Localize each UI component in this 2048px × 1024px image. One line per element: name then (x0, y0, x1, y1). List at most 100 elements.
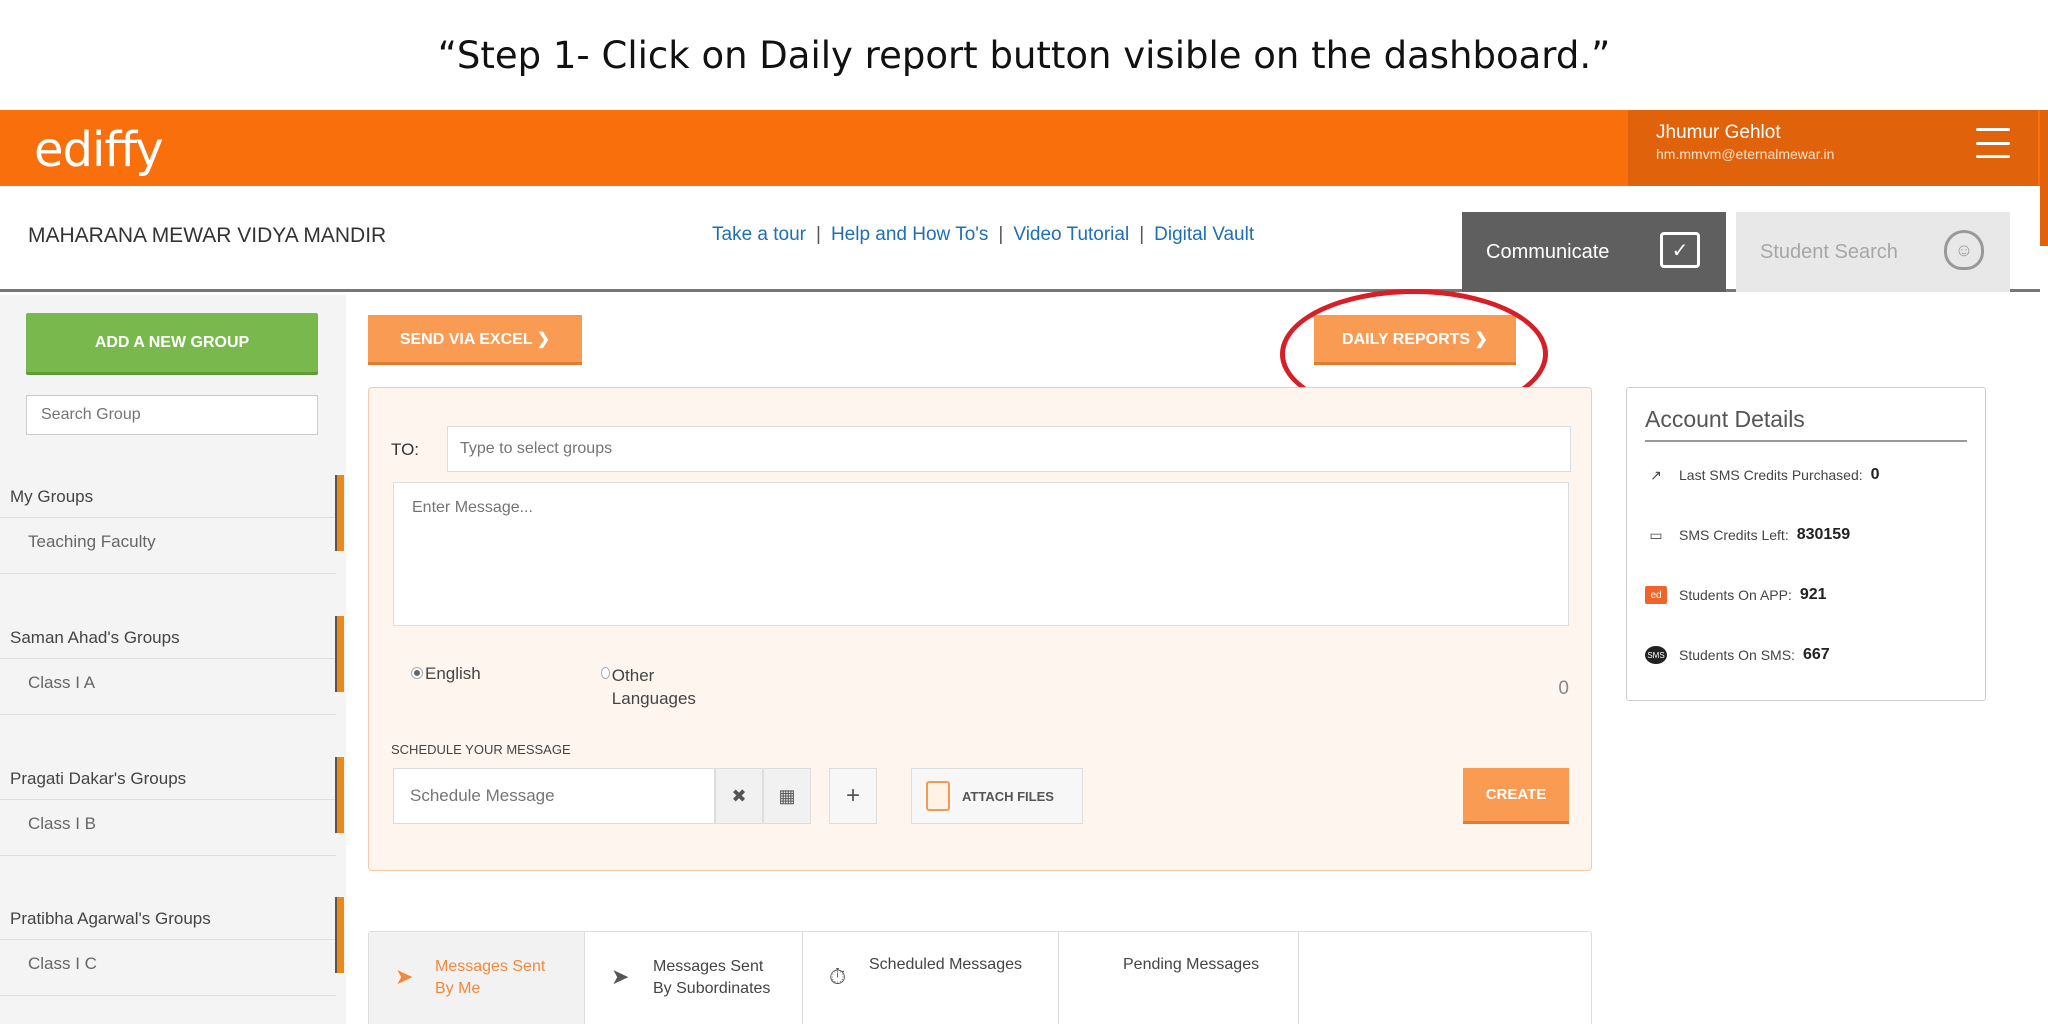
tab-label: Pending Messages (1123, 956, 1260, 973)
close-icon: ✖ (731, 785, 747, 806)
message-tabs: ➤ Messages Sent By Me ➤ Messages Sent By… (368, 931, 1592, 1024)
paper-plane-icon: ➤ (611, 964, 630, 989)
tab-messages-sent-by-subordinates[interactable]: ➤ Messages Sent By Subordinates (585, 932, 803, 1024)
account-row-label: Students On APP: (1679, 587, 1792, 603)
account-title: Account Details (1645, 406, 1805, 432)
group-item[interactable]: Class I B (0, 800, 336, 856)
trend-icon: ↗ (1650, 466, 1662, 483)
tab-communicate-label: Communicate (1486, 240, 1610, 263)
group-section: My Groups Teaching Faculty (0, 475, 346, 574)
tab-label: Messages Sent By Subordinates (653, 958, 771, 997)
message-input[interactable] (393, 482, 1569, 626)
video-tutorial-link[interactable]: Video Tutorial (1013, 224, 1129, 246)
account-row-label: Students On SMS: (1679, 647, 1795, 663)
group-section: Saman Ahad's Groups Class I A (0, 616, 346, 715)
account-details-card: Account Details ↗ Last SMS Credits Purch… (1626, 387, 1986, 701)
take-a-tour-link[interactable]: Take a tour (712, 224, 806, 246)
attach-files-button[interactable]: ATTACH FILES (911, 768, 1083, 824)
group-scroll-marker (335, 757, 344, 833)
schedule-label: SCHEDULE YOUR MESSAGE (391, 742, 571, 757)
ediffy-logo[interactable]: ediffy (34, 122, 164, 178)
account-row: ed Students On APP: 921 (1645, 586, 1827, 604)
sidebar: ADD A NEW GROUP My Groups Teaching Facul… (0, 295, 346, 1024)
account-row-label: SMS Credits Left: (1679, 527, 1789, 543)
radio-other-languages[interactable]: Other Languages (601, 664, 701, 710)
tab-pending-messages[interactable]: Pending Messages (1059, 932, 1299, 1024)
to-label: TO: (391, 440, 420, 459)
group-item[interactable]: Class I C (0, 940, 336, 996)
help-link[interactable]: Help and How To's (831, 224, 988, 246)
tab-student-search[interactable]: Student Search ☺ (1736, 212, 2010, 292)
radio-english-label: English (425, 664, 481, 683)
add-button[interactable]: + (829, 768, 877, 824)
top-bar: ediffy Jhumur Gehlot hm.mmvm@eternalmewa… (0, 110, 2048, 246)
add-new-group-button[interactable]: ADD A NEW GROUP (26, 313, 318, 375)
calendar-button[interactable]: ▦ (763, 768, 811, 824)
help-links: Take a tour | Help and How To's | Video … (712, 224, 1254, 246)
tab-messages-sent-by-me[interactable]: ➤ Messages Sent By Me (369, 932, 585, 1024)
group-title: My Groups (10, 487, 94, 506)
tab-label: Messages Sent By Me (435, 958, 546, 997)
daily-reports-button[interactable]: DAILY REPORTS ❯ (1314, 315, 1516, 365)
group-scroll-marker (335, 616, 344, 692)
user-box[interactable]: Jhumur Gehlot hm.mmvm@eternalmewar.in (1628, 110, 2038, 186)
search-group-input[interactable] (26, 395, 318, 435)
clear-schedule-button[interactable]: ✖ (715, 768, 763, 824)
group-item[interactable]: Teaching Faculty (0, 518, 336, 574)
chat-check-icon: ✓ (1660, 232, 1700, 268)
digital-vault-link[interactable]: Digital Vault (1154, 224, 1254, 246)
group-title: Saman Ahad's Groups (10, 628, 180, 647)
account-row-value: 0 (1870, 466, 1880, 483)
compose-panel: TO: English Other Languages 0 SCHEDULE Y… (368, 387, 1592, 871)
radio-dot-selected (411, 667, 423, 679)
school-name: MAHARANA MEWAR VIDYA MANDIR (28, 224, 387, 247)
link-separator: | (816, 224, 821, 245)
group-item[interactable]: Class I A (0, 659, 336, 715)
student-icon: ☺ (1944, 230, 1984, 270)
scrollbar[interactable] (2040, 110, 2048, 246)
app-icon: ed (1645, 586, 1667, 604)
create-button[interactable]: CREATE (1463, 768, 1569, 824)
paper-plane-icon: ➤ (395, 964, 414, 989)
link-separator: | (998, 224, 1004, 245)
group-scroll-marker (335, 475, 344, 551)
user-email: hm.mmvm@eternalmewar.in (1656, 146, 1835, 162)
step-caption: “Step 1- Click on Daily report button vi… (437, 33, 1611, 77)
character-counter: 0 (1558, 678, 1569, 699)
account-row: SMS Students On SMS: 667 (1645, 646, 1830, 664)
user-name: Jhumur Gehlot (1656, 122, 1781, 143)
account-row: ↗ Last SMS Credits Purchased: 0 (1645, 466, 1880, 484)
account-row-value: 830159 (1796, 526, 1851, 543)
grid-icon: ▦ (778, 785, 796, 806)
account-row-label: Last SMS Credits Purchased: (1679, 467, 1863, 483)
plus-icon: + (845, 782, 860, 809)
hamburger-menu-icon[interactable] (1976, 128, 2010, 158)
sub-header: MAHARANA MEWAR VIDYA MANDIR Take a tour … (0, 186, 2040, 292)
account-row-value: 667 (1802, 646, 1830, 663)
attach-files-label: ATTACH FILES (962, 788, 1054, 804)
tab-scheduled-messages[interactable]: ⏱ Scheduled Messages (803, 932, 1059, 1024)
attachment-icon (926, 781, 950, 811)
main-panel: SEND VIA EXCEL ❯ DAILY REPORTS ❯ TO: Eng… (346, 289, 2040, 1024)
radio-other-label: Other Languages (611, 666, 696, 708)
app-window: ediffy Jhumur Gehlot hm.mmvm@eternalmewa… (0, 110, 2048, 1024)
card-icon: ▭ (1649, 526, 1663, 543)
to-groups-input[interactable] (447, 426, 1571, 472)
account-row-value: 921 (1799, 586, 1827, 603)
group-section: Pratibha Agarwal's Groups Class I C (0, 897, 346, 996)
tab-student-search-label: Student Search (1760, 240, 1898, 263)
sms-icon: SMS (1645, 646, 1667, 664)
tab-communicate[interactable]: Communicate ✓ (1462, 212, 1726, 292)
radio-dot (601, 667, 610, 679)
account-row: ▭ SMS Credits Left: 830159 (1645, 526, 1850, 544)
link-separator: | (1139, 224, 1145, 245)
group-scroll-marker (335, 897, 344, 973)
send-via-excel-button[interactable]: SEND VIA EXCEL ❯ (368, 315, 582, 365)
group-title: Pratibha Agarwal's Groups (10, 909, 211, 928)
tab-label: Scheduled Messages (869, 956, 1022, 973)
group-title: Pragati Dakar's Groups (10, 769, 187, 788)
schedule-message-input[interactable] (393, 768, 715, 824)
group-section: Pragati Dakar's Groups Class I B (0, 757, 346, 856)
radio-english[interactable]: English (411, 664, 481, 684)
stopwatch-icon: ⏱ (829, 964, 847, 989)
